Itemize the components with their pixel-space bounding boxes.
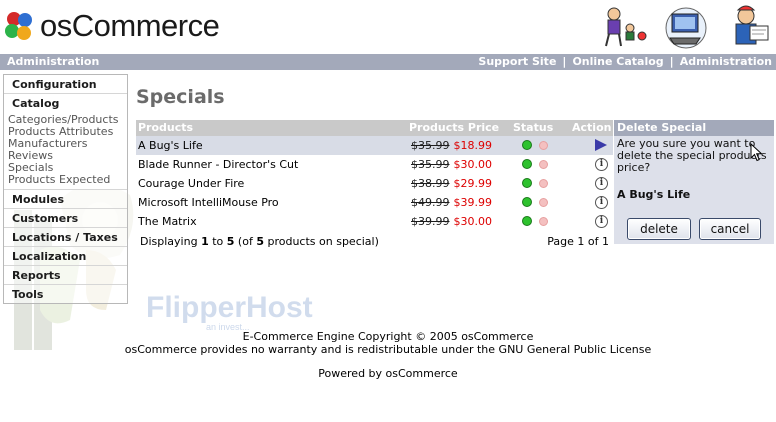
header-illustration-icon — [605, 5, 769, 49]
menu-configuration[interactable]: Configuration — [4, 75, 127, 94]
product-price: $38.99 $29.99 — [411, 174, 492, 193]
specials-table: Products Products Price Status Action A … — [136, 120, 613, 253]
admin-sidebar: Configuration Catalog Categories/Product… — [3, 74, 128, 304]
status-inactive-icon[interactable] — [539, 141, 548, 150]
logo-text: osCommerce — [40, 8, 220, 43]
oscommerce-logo-icon — [4, 9, 38, 43]
old-price: $35.99 — [411, 158, 450, 171]
product-name: Courage Under Fire — [138, 177, 245, 190]
top-bar-links: Support Site | Online Catalog | Administrati… — [478, 54, 772, 70]
pagination-bar: Displaying 1 to 5 (of 5 products on spec… — [136, 231, 613, 253]
powered-by-text: Powered by osCommerce — [318, 367, 458, 380]
old-price: $38.99 — [411, 177, 450, 190]
table-row[interactable]: Microsoft IntelliMouse Pro $49.99 $39.99 … — [136, 193, 613, 212]
table-row[interactable]: The Matrix $39.99 $30.00 i — [136, 212, 613, 231]
special-price: $30.00 — [453, 158, 493, 171]
oscommerce-logo[interactable]: osCommerce — [4, 8, 220, 44]
column-header-status: Status — [513, 121, 554, 134]
menu-catalog[interactable]: Catalog — [4, 94, 127, 113]
product-name: The Matrix — [138, 215, 197, 228]
row-action: i — [595, 158, 608, 171]
column-header-price: Products Price — [409, 121, 500, 134]
special-price: $39.99 — [453, 196, 493, 209]
license-text: osCommerce provides no warranty and is r… — [124, 343, 652, 356]
row-action: i — [595, 177, 608, 190]
status-inactive-icon[interactable] — [539, 217, 548, 226]
delete-button[interactable]: delete — [627, 218, 691, 240]
table-row[interactable]: A Bug's Life $35.99 $18.99 — [136, 136, 613, 155]
support-site-link[interactable]: Support Site — [478, 55, 556, 68]
product-price: $35.99 $18.99 — [411, 136, 492, 155]
row-action: i — [595, 215, 608, 228]
column-header-action: Action — [572, 121, 612, 134]
delete-special-panel: Delete Special Are you sure you want to … — [614, 120, 774, 244]
cancel-button[interactable]: cancel — [699, 218, 761, 240]
status-active-icon — [522, 197, 532, 207]
delete-confirm-question: Are you sure you want to delete the spec… — [617, 137, 767, 174]
administration-link[interactable]: Administration — [680, 55, 772, 68]
menu-item-products-expected[interactable]: Products Expected — [4, 174, 127, 186]
table-header: Products Products Price Status Action — [136, 120, 613, 136]
product-price: $35.99 $30.00 — [411, 155, 492, 174]
page-indicator: Page 1 of 1 — [547, 235, 609, 248]
special-price: $30.00 — [453, 215, 493, 228]
status-active-icon — [522, 140, 532, 150]
info-icon[interactable]: i — [595, 158, 608, 171]
top-bar-admin-label: Administration — [7, 55, 100, 68]
copyright-text: E-Commerce Engine Copyright © 2005 osCom… — [242, 330, 534, 343]
table-row[interactable]: Courage Under Fire $38.99 $29.99 i — [136, 174, 613, 193]
menu-locations-taxes[interactable]: Locations / Taxes — [4, 228, 127, 247]
menu-tools[interactable]: Tools — [4, 285, 127, 304]
status-inactive-icon[interactable] — [539, 179, 548, 188]
old-price: $49.99 — [411, 196, 450, 209]
menu-localization[interactable]: Localization — [4, 247, 127, 266]
status-inactive-icon[interactable] — [539, 198, 548, 207]
old-price: $35.99 — [411, 139, 450, 152]
info-icon[interactable]: i — [595, 177, 608, 190]
panel-title: Delete Special — [614, 120, 774, 136]
status-active-icon — [522, 178, 532, 188]
page-title: Specials — [136, 86, 225, 108]
special-price: $18.99 — [453, 139, 493, 152]
admin-top-bar: Administration Support Site | Online Catal… — [0, 54, 776, 70]
online-catalog-link[interactable]: Online Catalog — [572, 55, 663, 68]
table-row[interactable]: Blade Runner - Director's Cut $35.99 $30.… — [136, 155, 613, 174]
status-active-icon — [522, 159, 532, 169]
top-bar-separator: | — [562, 55, 567, 68]
watermark-brand-text: FlipperHost — [146, 291, 313, 324]
menu-customers[interactable]: Customers — [4, 209, 127, 228]
info-icon[interactable]: i — [595, 196, 608, 209]
menu-reports[interactable]: Reports — [4, 266, 127, 285]
row-action — [595, 139, 607, 151]
info-icon[interactable]: i — [595, 215, 608, 228]
special-price: $29.99 — [453, 177, 493, 190]
menu-modules[interactable]: Modules — [4, 190, 127, 209]
product-name: Blade Runner - Director's Cut — [138, 158, 299, 171]
product-name: A Bug's Life — [138, 139, 203, 152]
arrow-right-icon — [595, 139, 607, 151]
row-action: i — [595, 196, 608, 209]
status-inactive-icon[interactable] — [539, 160, 548, 169]
product-price: $49.99 $39.99 — [411, 193, 492, 212]
top-bar-separator: | — [669, 55, 674, 68]
mouse-pointer-icon — [750, 143, 763, 162]
product-price: $39.99 $30.00 — [411, 212, 492, 231]
status-active-icon — [522, 216, 532, 226]
delete-product-name: A Bug's Life — [617, 188, 691, 201]
displaying-count: Displaying 1 to 5 (of 5 products on spec… — [140, 235, 379, 248]
product-name: Microsoft IntelliMouse Pro — [138, 196, 279, 209]
old-price: $39.99 — [411, 215, 450, 228]
column-header-products: Products — [138, 121, 194, 134]
catalog-submenu: Categories/Products Products Attributes … — [4, 113, 127, 190]
